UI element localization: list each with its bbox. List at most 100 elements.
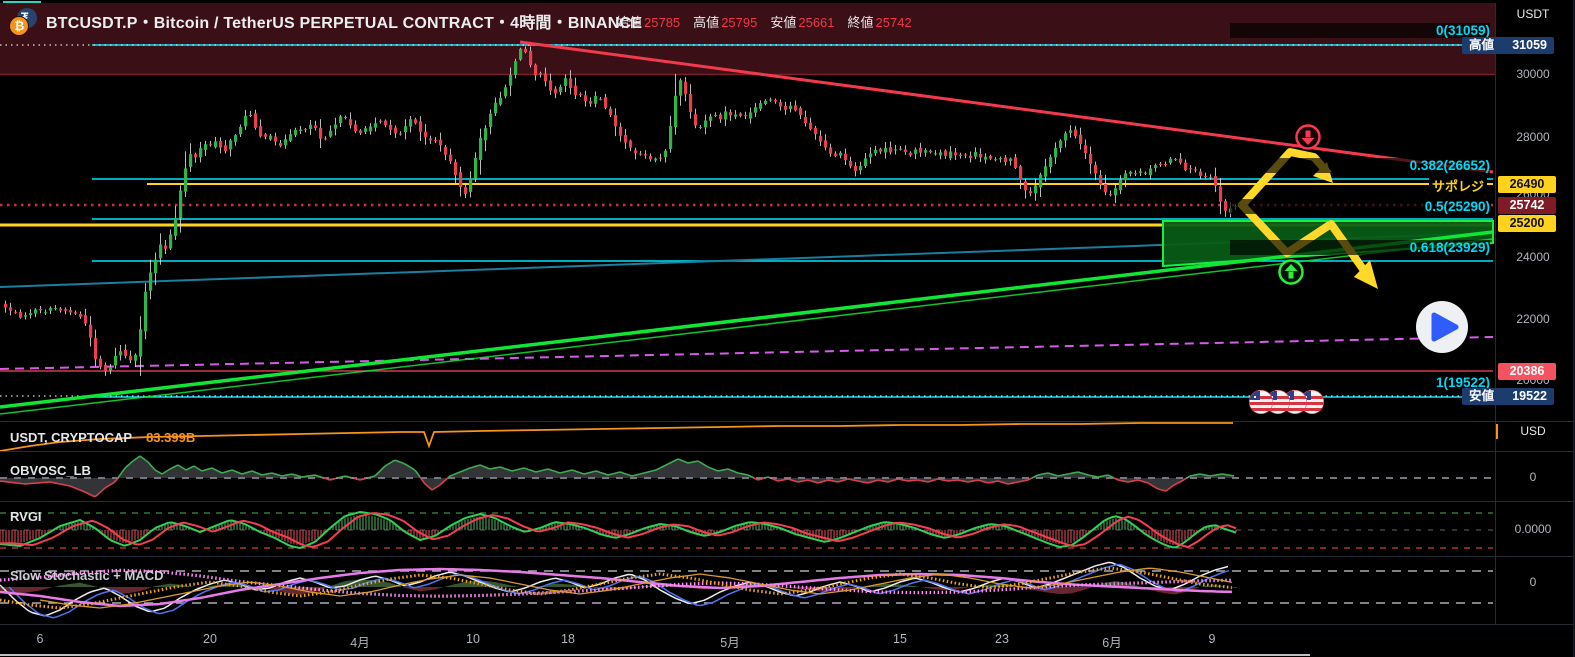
pane-separator[interactable] — [0, 421, 1575, 422]
cryptocap-axis-tick — [1496, 424, 1498, 439]
time-axis[interactable]: 6 20 4月 10 18 5月 15 23 6月 9 — [0, 625, 1575, 657]
pane-separator[interactable] — [0, 501, 1575, 502]
purple-dashed-trendline[interactable] — [0, 337, 1493, 369]
candle-down — [804, 117, 807, 123]
obv-line-seg — [528, 469, 530, 470]
candle-up — [1139, 171, 1142, 173]
candle-down — [354, 125, 357, 132]
obv-line-seg — [396, 460, 398, 461]
candle-down — [439, 140, 442, 145]
candle-up — [509, 75, 512, 86]
candle-down — [744, 115, 747, 116]
fib-level-label[interactable]: 0.5(25290) — [1230, 199, 1490, 214]
obv-line-seg — [300, 476, 302, 477]
obv-line-seg — [178, 465, 180, 466]
candle-up — [294, 130, 297, 135]
candle-down — [684, 82, 687, 94]
price-axis[interactable]: USDT 300002800026000240002200020000 USD … — [1496, 0, 1575, 657]
obv-line-seg — [196, 467, 198, 468]
candle-down — [19, 312, 22, 318]
obv-line-seg — [756, 479, 758, 480]
candles[interactable] — [4, 46, 1247, 376]
symbol-title[interactable]: BTCUSDT.P・Bitcoin / TetherUS PERPETUAL C… — [46, 9, 642, 33]
candle-down — [94, 338, 97, 359]
time-axis-label[interactable]: 9 — [1209, 632, 1216, 646]
obv-line-seg — [760, 479, 762, 480]
candle-down — [784, 106, 787, 110]
time-axis-label[interactable]: 15 — [893, 632, 907, 646]
pane-title-obvosc[interactable]: OBVOSC_LB — [10, 463, 91, 478]
obv-line-seg — [672, 461, 674, 462]
obv-line-seg — [342, 476, 344, 477]
obv-line-seg — [566, 471, 568, 472]
pane-title-stoch-macd[interactable]: Slow Stochastic + MACD — [10, 568, 164, 583]
teal-accent-line — [3, 1, 41, 3]
fib-level-label[interactable]: 1(19522) — [1230, 375, 1490, 390]
time-axis-label[interactable]: 18 — [561, 632, 575, 646]
candle-down — [64, 309, 67, 311]
time-axis-label[interactable]: 6月 — [1102, 632, 1121, 651]
candle-up — [499, 98, 502, 105]
candle-up — [144, 292, 147, 332]
obv-line-seg — [822, 481, 824, 482]
obv-line-seg — [464, 470, 466, 471]
candle-down — [779, 102, 782, 106]
obv-line-seg — [170, 468, 172, 469]
candle-up — [404, 126, 407, 132]
time-axis-label[interactable]: 4月 — [350, 632, 369, 651]
candle-up — [1049, 157, 1052, 167]
time-axis-label[interactable]: 5月 — [720, 632, 739, 651]
candle-up — [1154, 165, 1157, 168]
candle-up — [1119, 180, 1122, 191]
obv-line-seg — [552, 470, 554, 471]
time-axis-label[interactable]: 10 — [466, 632, 480, 646]
time-axis-label[interactable]: 23 — [995, 632, 1009, 646]
obv-line-seg — [618, 472, 620, 473]
trading-chart-canvas[interactable] — [0, 0, 1575, 657]
us-flag-icon[interactable] — [1248, 389, 1274, 415]
obv-line-seg — [168, 469, 170, 470]
obv-line-seg — [180, 466, 182, 467]
obv-line-seg — [240, 473, 242, 474]
obv-line-seg — [1178, 482, 1180, 483]
obv-line-seg — [356, 479, 358, 480]
ohlc-item: 安値25661 — [770, 12, 834, 31]
support-resistance-label[interactable]: サポレジ — [1429, 176, 1487, 195]
obv-line-seg — [842, 480, 844, 481]
obv-line-seg — [468, 468, 470, 469]
obv-line-seg — [634, 475, 636, 476]
obv-line-seg — [488, 468, 490, 469]
candle-up — [269, 136, 272, 140]
fib-level-label[interactable]: 0.618(23929) — [1230, 240, 1490, 255]
candle-up — [139, 329, 142, 356]
obv-line-seg — [536, 472, 538, 473]
obv-line-seg — [1154, 487, 1156, 488]
candle-up — [1034, 185, 1037, 193]
obv-line-seg — [398, 461, 400, 462]
pane-separator[interactable] — [0, 556, 1575, 557]
obv-line-seg — [1006, 483, 1008, 484]
obv-line-seg — [366, 478, 368, 479]
obv-line-seg — [736, 472, 738, 473]
fib-level-label[interactable]: 0.382(26652) — [1230, 158, 1490, 173]
obv-line-seg — [274, 474, 276, 475]
obv-line-seg — [796, 481, 798, 482]
pane-separator[interactable] — [0, 451, 1575, 452]
pane-title-cryptocap[interactable]: USDT, CRYPTOCAP83.399B — [10, 430, 195, 445]
obv-line-seg — [214, 469, 216, 470]
obv-line-seg — [630, 475, 632, 476]
candle-up — [239, 127, 242, 134]
obv-line-seg — [934, 480, 936, 481]
obv-zero-tick: 0 — [1498, 470, 1568, 484]
pane-title-rvgi[interactable]: RVGI — [10, 509, 42, 524]
obv-line-seg — [642, 473, 644, 474]
obv-line-seg — [254, 472, 256, 473]
obv-line-seg — [334, 478, 336, 479]
time-axis-label[interactable]: 20 — [203, 632, 217, 646]
obv-line-seg — [198, 469, 200, 470]
time-axis-label[interactable]: 6 — [37, 632, 44, 646]
candle-down — [1014, 157, 1017, 168]
candle-down — [1024, 181, 1027, 190]
candle-up — [934, 153, 937, 154]
low-badge-value: 19522 — [1512, 388, 1547, 405]
